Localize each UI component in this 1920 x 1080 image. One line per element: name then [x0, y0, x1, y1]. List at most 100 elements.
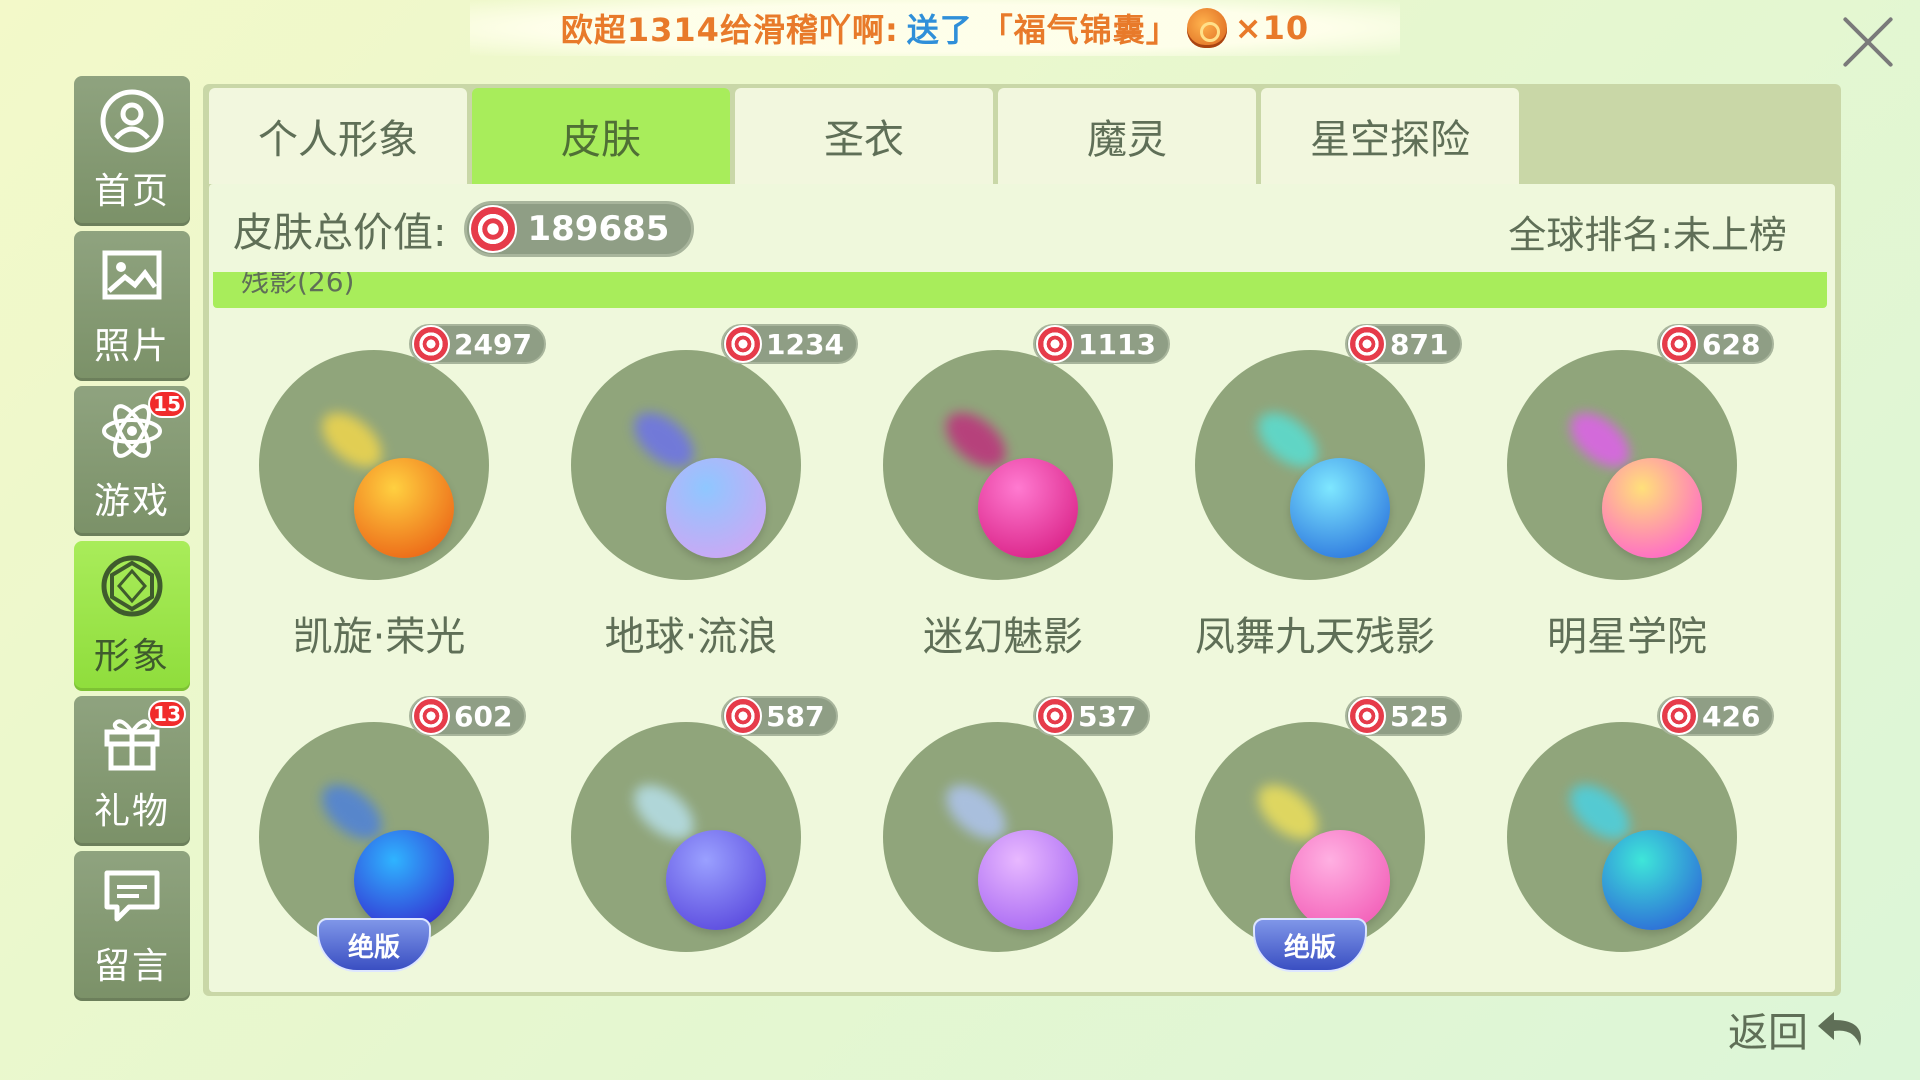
skin-price: 871: [1390, 327, 1449, 361]
sidebar-item-gifts[interactable]: 礼物 13: [74, 696, 190, 846]
skin-ball: [1290, 458, 1390, 558]
sidebar-item-photos[interactable]: 照片: [74, 231, 190, 381]
sidebar-item-home[interactable]: 首页: [74, 76, 190, 226]
sidebar-item-games[interactable]: 游戏 15: [74, 386, 190, 536]
skin-preview: [1507, 350, 1737, 580]
tab-bar: 个人形象 皮肤 圣衣 魔灵 星空探险: [209, 88, 1524, 184]
tab-holy-cloth[interactable]: 圣衣: [735, 88, 993, 184]
skin-price-badge: 587: [721, 696, 839, 736]
total-value: 189685: [527, 209, 670, 249]
skin-price-badge: 602: [409, 696, 527, 736]
skin-price-badge: 525: [1345, 696, 1463, 736]
skin-preview: [571, 722, 801, 952]
sidebar-item-label: 留言: [93, 946, 170, 987]
banner-message: 送了: [906, 11, 973, 49]
skin-price: 602: [454, 699, 513, 733]
skin-preview: [1195, 350, 1425, 580]
skin-ball: [1602, 458, 1702, 558]
banner-sender: 欧超1314给滑稽吖啊:: [560, 11, 899, 49]
skin-price: 1234: [766, 327, 844, 361]
skin-price-badge: 426: [1657, 696, 1775, 736]
candy-currency-icon: [412, 325, 450, 363]
skin-card[interactable]: 426: [1497, 696, 1775, 992]
section-header-label: 残影(26): [241, 272, 355, 298]
total-value-label: 皮肤总价值:: [233, 210, 447, 256]
skin-ball: [666, 458, 766, 558]
total-value-row: 皮肤总价值: 189685: [233, 200, 695, 258]
skin-ball: [1602, 830, 1702, 930]
sidebar-item-label: 礼物: [93, 791, 170, 832]
skin-ball: [978, 830, 1078, 930]
tab-star-adventure[interactable]: 星空探险: [1261, 88, 1519, 184]
skin-card[interactable]: 871 凤舞九天残影: [1185, 324, 1463, 660]
sidebar-item-label: 游戏: [93, 481, 170, 522]
skin-ball: [666, 830, 766, 930]
skin-name: 凯旋·荣光: [292, 614, 466, 660]
sidebar-item-avatar[interactable]: 形象: [74, 541, 190, 691]
skin-preview: [883, 722, 1113, 952]
skin-price-badge: 537: [1033, 696, 1151, 736]
tab-skins[interactable]: 皮肤: [472, 88, 730, 184]
skin-ball: [354, 458, 454, 558]
candy-currency-icon: [1660, 325, 1698, 363]
skin-ball: [978, 458, 1078, 558]
skin-card[interactable]: 602 绝版: [249, 696, 527, 992]
skins-panel: 个人形象 皮肤 圣衣 魔灵 星空探险 皮肤总价值: 189685 全球排名:未上…: [203, 84, 1841, 996]
skin-preview: [883, 350, 1113, 580]
back-arrow-icon: [1818, 1012, 1861, 1046]
lucky-bag-icon: [1186, 8, 1227, 48]
message-icon: [99, 863, 165, 929]
skin-price: 426: [1702, 699, 1761, 733]
close-button[interactable]: [1838, 12, 1898, 72]
photo-icon: [99, 243, 165, 309]
candy-currency-icon: [469, 205, 518, 253]
skin-price: 2497: [454, 327, 532, 361]
skin-price-badge: 628: [1657, 324, 1775, 364]
skin-price: 628: [1702, 327, 1761, 361]
section-header[interactable]: 残影(26): [213, 272, 1827, 308]
banner-gift-name: 「福气锦囊」: [980, 11, 1179, 49]
candy-currency-icon: [724, 697, 762, 735]
back-button[interactable]: 返回: [1728, 1000, 1870, 1058]
skin-price-badge: 871: [1345, 324, 1463, 364]
global-rank: 全球排名:未上榜: [1508, 213, 1787, 257]
skin-price: 587: [766, 699, 825, 733]
skin-preview: [259, 350, 489, 580]
skin-price-badge: 2497: [409, 324, 546, 364]
tab-personal-image[interactable]: 个人形象: [209, 88, 467, 184]
skin-card[interactable]: 1113 迷幻魅影: [873, 324, 1170, 660]
sidebar: 首页 照片 游戏 15 形象 礼物 13 留言: [74, 76, 192, 1006]
candy-currency-icon: [1660, 697, 1698, 735]
sidebar-item-label: 照片: [93, 326, 170, 367]
total-value-pill: 189685: [464, 201, 695, 257]
skins-content: 皮肤总价值: 189685 全球排名:未上榜 残影(26) 2497 凯旋·荣光…: [209, 184, 1835, 992]
candy-currency-icon: [1348, 325, 1386, 363]
skin-name: 迷幻魅影: [923, 614, 1083, 660]
sidebar-item-messages[interactable]: 留言: [74, 851, 190, 1001]
sidebar-item-label: 首页: [93, 171, 170, 212]
notification-badge: 15: [148, 390, 186, 418]
limited-edition-tag: 绝版: [317, 918, 431, 972]
skin-name: 凤舞九天残影: [1195, 614, 1435, 660]
candy-currency-icon: [1036, 697, 1074, 735]
skin-name: 明星学院: [1547, 614, 1707, 660]
sidebar-item-label: 形象: [93, 636, 170, 677]
notification-badge: 13: [148, 700, 186, 728]
skin-card[interactable]: 628 明星学院: [1497, 324, 1775, 660]
limited-edition-tag: 绝版: [1253, 918, 1367, 972]
skin-preview: [571, 350, 801, 580]
skin-card[interactable]: 2497 凯旋·荣光: [249, 324, 546, 660]
skin-card[interactable]: 525 绝版: [1185, 696, 1463, 992]
skin-card[interactable]: 1234 地球·流浪: [561, 324, 858, 660]
banner-multiplier: ×10: [1234, 9, 1310, 47]
skin-price: 1113: [1078, 327, 1156, 361]
gift-broadcast-banner: 欧超1314给滑稽吖啊: 送了 「福气锦囊」 ×10: [470, 0, 1400, 56]
candy-currency-icon: [1348, 697, 1386, 735]
skin-ball: [1290, 830, 1390, 930]
skin-preview: [1507, 722, 1737, 952]
skin-price: 525: [1390, 699, 1449, 733]
skin-card[interactable]: 587: [561, 696, 839, 992]
tab-spirit[interactable]: 魔灵: [998, 88, 1256, 184]
candy-currency-icon: [412, 697, 450, 735]
skin-card[interactable]: 537: [873, 696, 1151, 992]
